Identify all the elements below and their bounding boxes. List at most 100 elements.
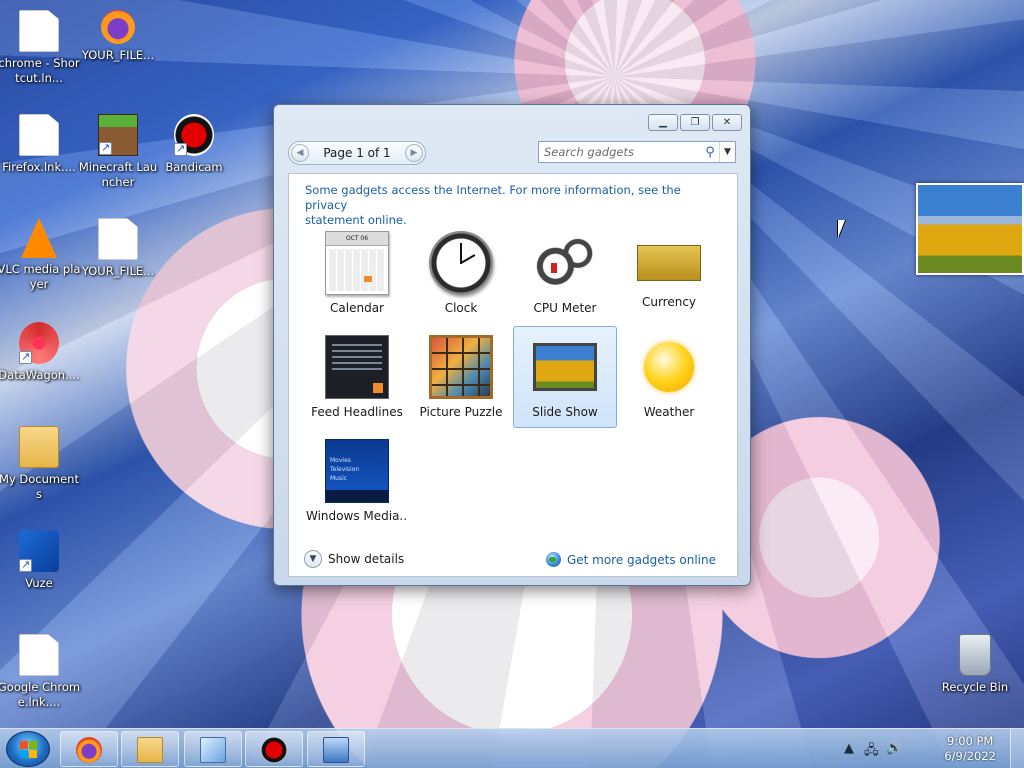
search-icon[interactable]: ⚲ (701, 145, 719, 160)
gadget-label: Weather (643, 405, 695, 419)
gadget-label: Picture Puzzle (419, 405, 503, 419)
network-icon[interactable]: 🖧 (864, 741, 879, 763)
clock-icon (429, 231, 493, 295)
shortcut-arrow-icon (19, 557, 32, 572)
gadget-list: Some gadgets access the Internet. For mo… (288, 173, 738, 577)
get-more-gadgets-link[interactable]: Get more gadgets online (545, 552, 716, 567)
currency-icon (637, 245, 701, 281)
desktop-icon-label: chrome - Shortcut.ln... (0, 56, 80, 85)
minecraft-icon (98, 114, 138, 156)
desktop-icon-vuze[interactable]: Vuze (0, 530, 81, 591)
feed-headlines-icon (325, 335, 389, 399)
desktop-icon-google-chrome-lnk[interactable]: Google Chrome.lnk.... (0, 634, 81, 710)
show-hidden-icons-icon[interactable]: ▲ (844, 741, 854, 756)
volume-icon[interactable]: 🔊 (886, 741, 902, 756)
document-icon (19, 634, 59, 676)
bandicam-record-icon (261, 737, 287, 763)
gadget-windows-media-center[interactable]: Movies Television Music Windows Media... (305, 430, 409, 532)
mouse-cursor-icon (838, 220, 845, 238)
desktop-icon-chrome-shortcut[interactable]: chrome - Shortcut.ln... (0, 10, 81, 86)
system-tray: ▲ 🖧 🔊 9:00 PM 6/9/2022 (834, 729, 1024, 768)
control-panel-icon (200, 737, 226, 763)
start-button[interactable] (6, 731, 50, 767)
desktop-icon-label: Vuze (25, 576, 53, 590)
chevron-down-icon: ▼ (304, 550, 322, 568)
document-icon (19, 10, 59, 52)
window-controls: ▁ ❐ ✕ (648, 114, 742, 131)
show-desktop-button[interactable] (1010, 729, 1024, 768)
gadget-label: Calendar (330, 301, 384, 315)
gadget-clock[interactable]: Clock (409, 222, 513, 324)
desktop-icon-label: My Documents (0, 472, 79, 501)
previous-page-button[interactable]: ◀ (291, 144, 309, 162)
gadget-calendar[interactable]: OCT 06 Calendar (305, 222, 409, 324)
desktop-icon-label: YOUR_FILE... (81, 264, 155, 278)
desktop-icon-bandicam[interactable]: Bandicam (152, 114, 236, 175)
privacy-notice-line: Some gadgets access the Internet. For mo… (305, 183, 681, 212)
gadget-label: Clock (444, 301, 478, 315)
window-footer: ▼ Show details Get more gadgets online (288, 547, 736, 577)
tray-clock[interactable]: 9:00 PM 6/9/2022 (944, 734, 996, 764)
desktop-icon-minecraft-launcher[interactable]: Minecraft Launcher (76, 114, 160, 190)
tray-time: 9:00 PM (947, 734, 994, 748)
taskbar: ▲ 🖧 🔊 9:00 PM 6/9/2022 (0, 728, 1024, 768)
taskbar-explorer[interactable] (121, 731, 179, 767)
calendar-grid (329, 249, 385, 291)
gallery-toolbar: ◀ Page 1 of 1 ▶ ⚲ ▼ (288, 141, 736, 165)
gadget-gallery-window: ▁ ❐ ✕ ◀ Page 1 of 1 ▶ ⚲ ▼ Some gadgets a… (273, 104, 751, 586)
remote-desktop-icon (323, 737, 349, 763)
folder-icon (19, 426, 59, 468)
desktop-slideshow-gadget[interactable] (916, 183, 1024, 275)
desktop-icon-your-file-1[interactable]: YOUR_FILE... (76, 10, 160, 63)
taskbar-remote-desktop[interactable] (307, 731, 365, 767)
minimize-button[interactable]: ▁ (648, 114, 678, 131)
taskbar-firefox[interactable] (60, 731, 118, 767)
datawagon-icon (19, 322, 59, 364)
picture-puzzle-icon (429, 335, 493, 399)
desktop-icon-your-file-2[interactable]: YOUR_FILE... (76, 218, 160, 279)
desktop-icon-label: Recycle Bin (941, 680, 1009, 694)
gadget-label: Currency (641, 295, 697, 309)
gadget-picture-puzzle[interactable]: Picture Puzzle (409, 326, 513, 428)
taskbar-control-panel[interactable] (184, 731, 242, 767)
gadget-label: Slide Show (532, 405, 598, 419)
windows-media-center-icon: Movies Television Music (325, 439, 389, 503)
desktop-icon-label: DataWagon.... (0, 368, 80, 382)
show-details-label: Show details (328, 552, 405, 566)
wmc-menu-item: Television (330, 466, 360, 473)
vlc-icon (21, 218, 57, 258)
desktop-icon-label: Minecraft Launcher (78, 160, 158, 189)
show-details-button[interactable]: ▼ Show details (304, 550, 404, 568)
windows-logo-icon (20, 741, 38, 759)
calendar-month: OCT 06 (326, 232, 388, 246)
desktop-icon-my-documents[interactable]: My Documents (0, 426, 81, 502)
desktop-icon-label: YOUR_FILE... (81, 48, 155, 62)
bandicam-icon (174, 114, 214, 156)
next-page-button[interactable]: ▶ (405, 144, 423, 162)
tray-date: 6/9/2022 (944, 749, 996, 763)
desktop-icon-label: Firefox.lnk.... (2, 160, 76, 174)
search-input[interactable] (539, 145, 701, 159)
weather-icon (644, 342, 694, 392)
close-button[interactable]: ✕ (712, 114, 742, 131)
gadget-label: Windows Media... (306, 509, 408, 523)
gadget-feed-headlines[interactable]: Feed Headlines (305, 326, 409, 428)
desktop-icon-vlc[interactable]: VLC media player (0, 218, 81, 292)
slide-show-icon (533, 343, 597, 391)
desktop-icon-label: Bandicam (165, 160, 223, 174)
restore-button[interactable]: ❐ (680, 114, 710, 131)
desktop-icon-recycle-bin[interactable]: Recycle Bin (933, 634, 1017, 695)
gadget-cpu-meter[interactable]: CPU Meter (513, 222, 617, 324)
desktop-icon-datawagon[interactable]: DataWagon.... (0, 322, 81, 383)
gadget-currency[interactable]: Currency (617, 222, 721, 324)
taskbar-bandicam[interactable] (245, 731, 303, 767)
vuze-icon (19, 530, 59, 572)
firefox-icon (101, 10, 135, 44)
search-dropdown-icon[interactable]: ▼ (719, 142, 735, 162)
gadget-slide-show[interactable]: Slide Show (513, 326, 617, 428)
desktop-icon-firefox-lnk[interactable]: Firefox.lnk.... (0, 114, 81, 175)
gadget-weather[interactable]: Weather (617, 326, 721, 428)
pager-text: Page 1 of 1 (323, 146, 391, 160)
get-more-gadgets-label: Get more gadgets online (566, 552, 716, 567)
explorer-folder-icon (137, 737, 163, 763)
